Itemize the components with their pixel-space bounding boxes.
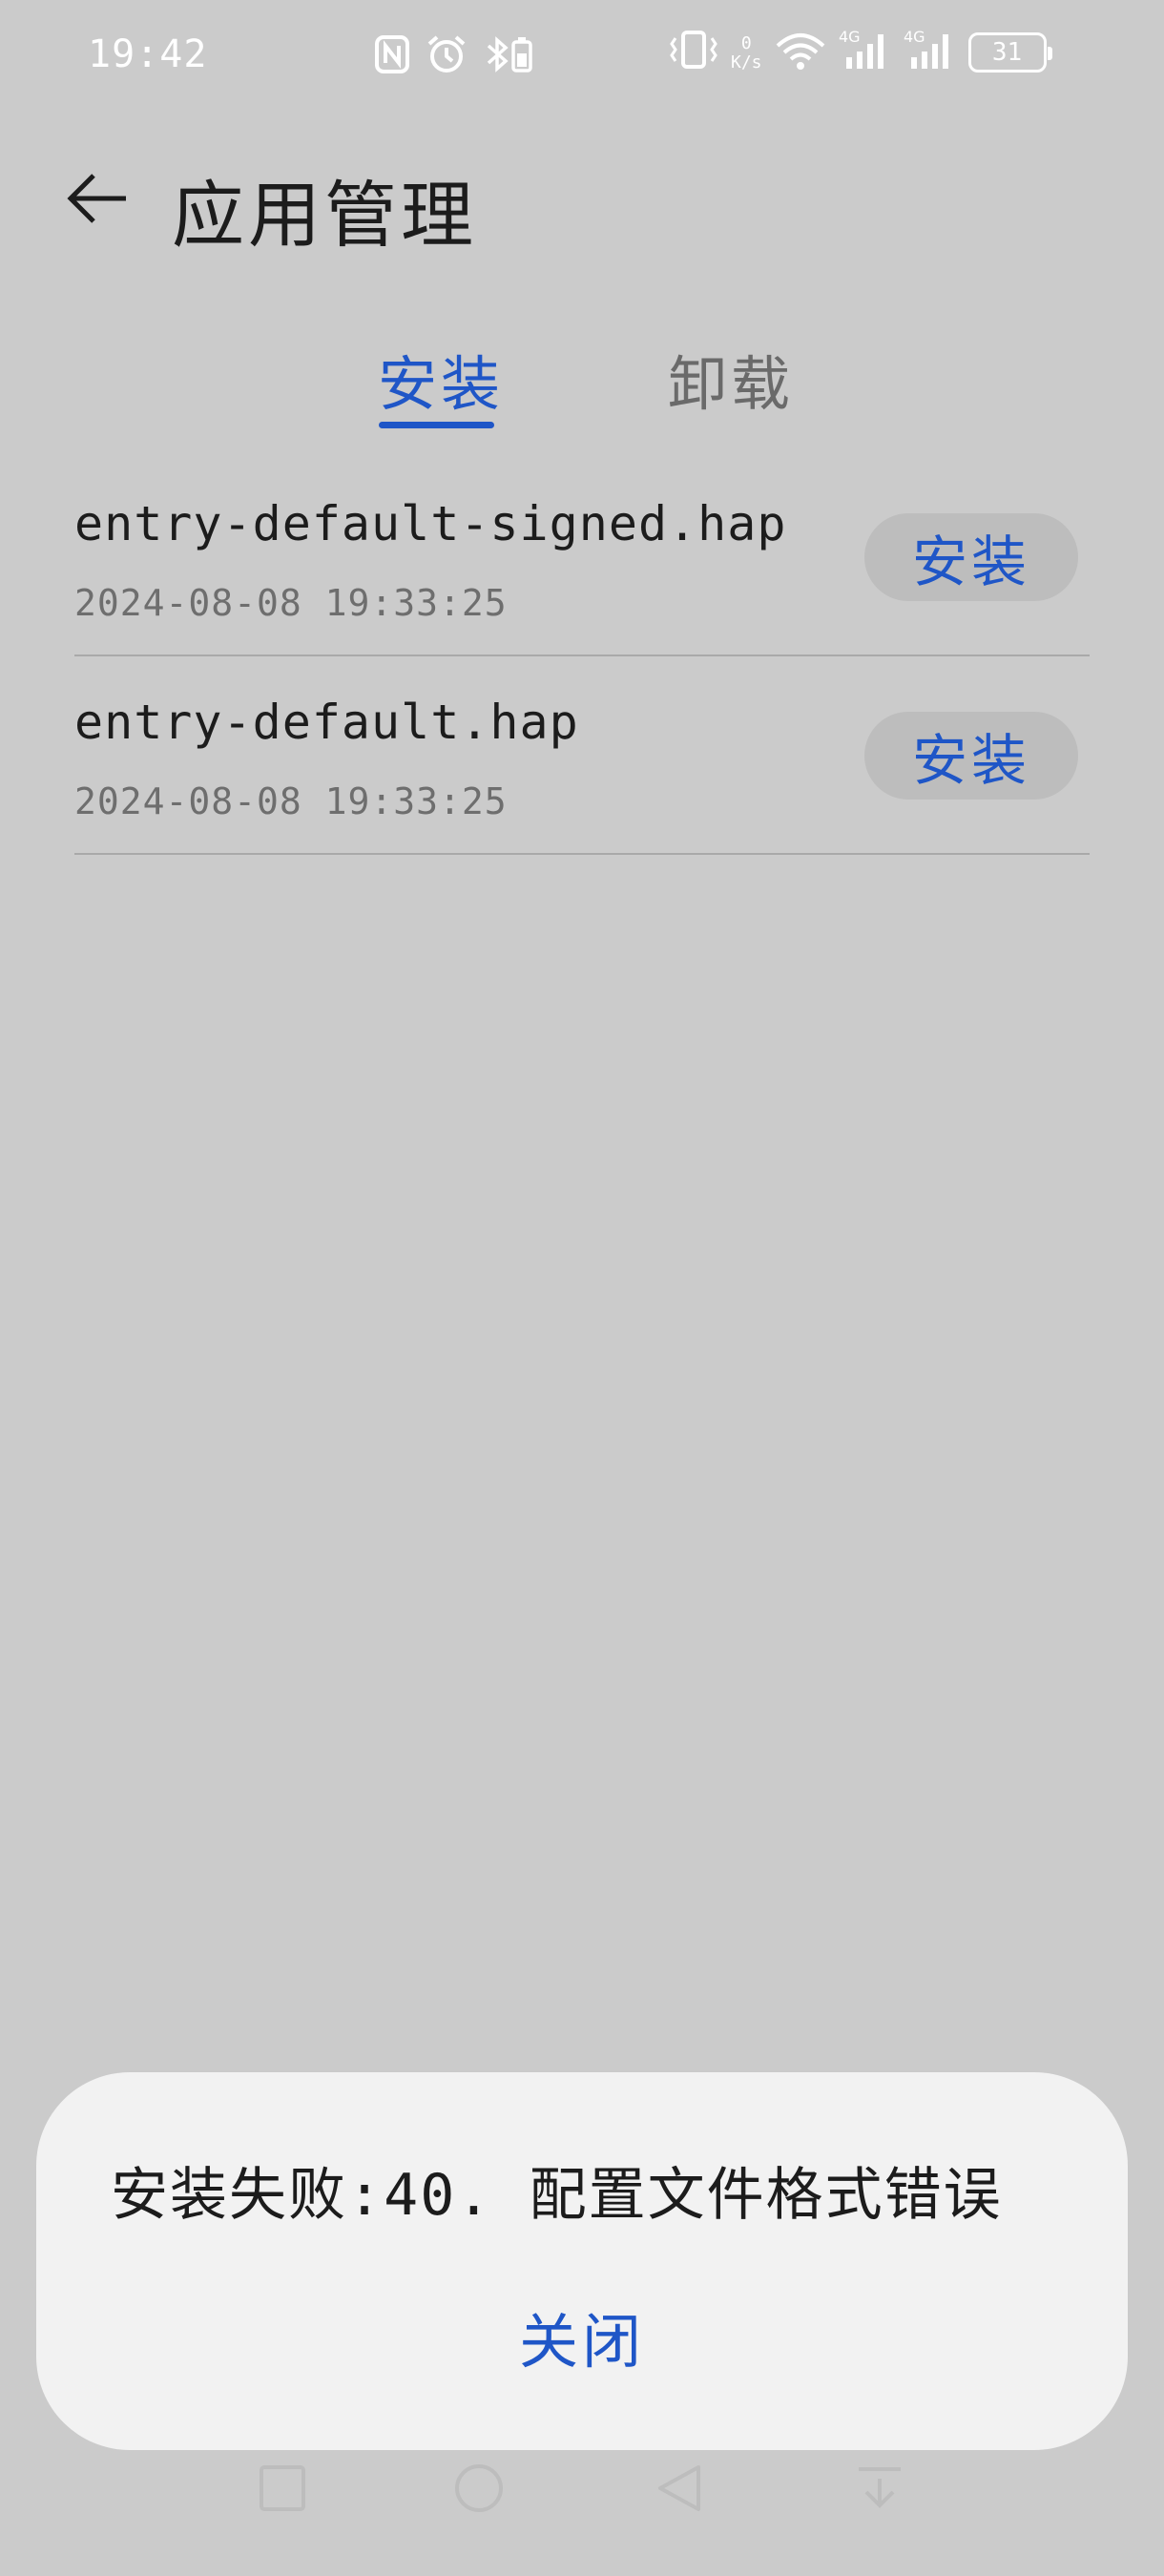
close-button[interactable]: 关闭 bbox=[506, 2294, 658, 2379]
back-icon[interactable] bbox=[653, 2462, 706, 2519]
list-item: entry-default.hap 2024-08-08 19:33:25 安装 bbox=[74, 656, 1090, 855]
status-icons-right: 0 K/s 4G 4G 31 bbox=[668, 28, 1052, 74]
status-icons-left bbox=[374, 34, 536, 78]
file-list: entry-default-signed.hap 2024-08-08 19:3… bbox=[74, 458, 1090, 855]
battery-level: 31 bbox=[991, 38, 1023, 67]
navigation-bar bbox=[0, 2462, 1164, 2557]
home-icon[interactable] bbox=[452, 2462, 506, 2519]
nfc-icon bbox=[374, 34, 410, 78]
file-name: entry-default.hap bbox=[74, 695, 579, 750]
notification-pulldown-icon[interactable] bbox=[853, 2462, 906, 2519]
recent-apps-icon[interactable] bbox=[256, 2462, 309, 2519]
network-speed-unit: K/s bbox=[731, 52, 762, 73]
svg-text:4G: 4G bbox=[904, 29, 925, 46]
alarm-icon bbox=[426, 34, 468, 78]
signal-4g-icon: 4G bbox=[839, 28, 892, 74]
signal-4g-icon: 4G bbox=[904, 28, 957, 74]
list-item: entry-default-signed.hap 2024-08-08 19:3… bbox=[74, 458, 1090, 656]
page-title: 应用管理 bbox=[172, 173, 477, 258]
error-dialog: 安装失败:40. 配置文件格式错误 关闭 bbox=[36, 2072, 1128, 2450]
status-time: 19:42 bbox=[88, 32, 208, 76]
battery-icon: 31 bbox=[967, 32, 1052, 73]
network-speed-value: 0 bbox=[740, 33, 752, 53]
header: 应用管理 bbox=[0, 143, 1164, 258]
network-speed: 0 K/s bbox=[731, 34, 762, 73]
tab-install[interactable]: 安装 bbox=[378, 336, 504, 422]
vibrate-icon bbox=[668, 29, 719, 74]
install-button[interactable]: 安装 bbox=[864, 712, 1078, 800]
file-date: 2024-08-08 19:33:25 bbox=[74, 780, 508, 822]
install-button[interactable]: 安装 bbox=[864, 513, 1078, 601]
active-tab-indicator bbox=[379, 422, 494, 428]
wifi-icon bbox=[774, 29, 827, 74]
svg-text:4G: 4G bbox=[839, 29, 861, 46]
file-name: entry-default-signed.hap bbox=[74, 496, 787, 551]
status-bar: 19:42 0 K/s 4G 4G 31 bbox=[0, 0, 1164, 114]
bluetooth-battery-icon bbox=[483, 34, 536, 78]
dialog-message: 安装失败:40. 配置文件格式错误 bbox=[111, 2162, 1003, 2229]
file-date: 2024-08-08 19:33:25 bbox=[74, 582, 508, 624]
arrow-left-icon bbox=[63, 170, 130, 231]
tab-bar: 安装 卸载 bbox=[0, 324, 1164, 439]
tab-uninstall[interactable]: 卸载 bbox=[668, 336, 794, 422]
back-button[interactable] bbox=[53, 162, 139, 239]
